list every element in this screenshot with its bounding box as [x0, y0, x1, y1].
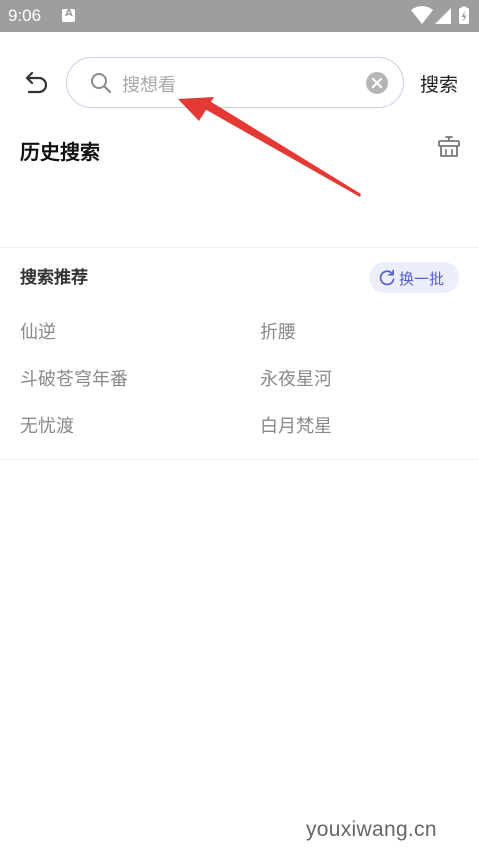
- watermark: youxiwang.cn: [306, 818, 437, 841]
- section-divider: [0, 247, 479, 248]
- search-input[interactable]: 搜想看: [66, 57, 404, 108]
- refresh-label: 换一批: [399, 270, 445, 288]
- notification-a-icon: [62, 8, 75, 22]
- clear-icon[interactable]: [365, 71, 389, 95]
- recommend-item[interactable]: 永夜星河: [260, 365, 332, 391]
- search-button[interactable]: 搜索: [420, 70, 458, 97]
- recommend-item[interactable]: 仙逆: [20, 318, 56, 344]
- recommend-item[interactable]: 折腰: [260, 318, 296, 344]
- status-time: 9:06: [8, 6, 42, 25]
- back-icon[interactable]: [20, 68, 50, 98]
- status-bar: 9:06: [0, 0, 479, 32]
- section-divider: [0, 459, 479, 460]
- refresh-icon: [379, 269, 395, 286]
- history-title: 历史搜索: [20, 140, 100, 164]
- search-icon: [91, 73, 112, 94]
- search-placeholder: 搜想看: [122, 75, 176, 96]
- recommend-item[interactable]: 白月梵星: [260, 412, 332, 438]
- refresh-button[interactable]: 换一批: [369, 262, 459, 293]
- recommend-item[interactable]: 斗破苍穹年番: [20, 365, 128, 391]
- recommend-item[interactable]: 无忧渡: [20, 412, 74, 438]
- recommend-title: 搜索推荐: [20, 268, 88, 288]
- status-icons: [411, 6, 469, 24]
- signal-icon: [435, 8, 451, 24]
- trash-icon[interactable]: [436, 133, 462, 159]
- wifi-icon: [411, 6, 433, 24]
